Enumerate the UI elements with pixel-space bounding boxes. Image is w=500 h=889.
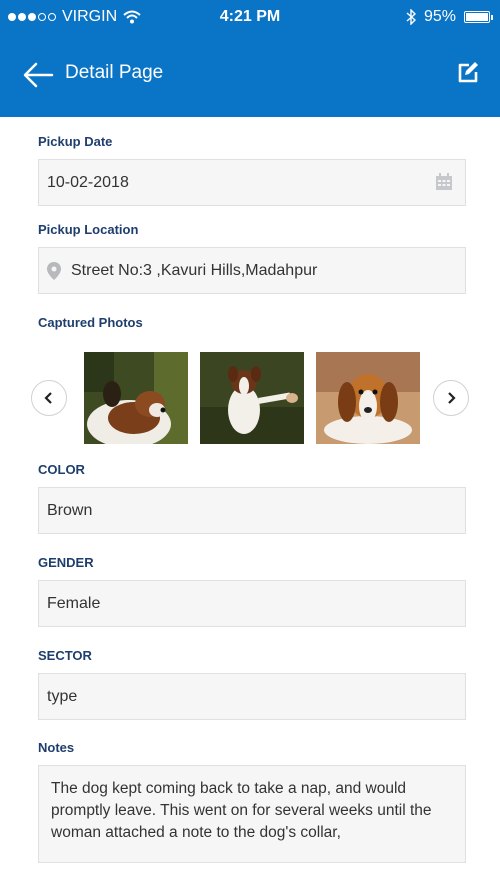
sector-value: type xyxy=(47,687,78,705)
edit-icon xyxy=(458,62,478,83)
st-bernard-dog-image xyxy=(84,352,188,444)
photo-carousel xyxy=(0,352,500,444)
notes-field[interactable]: The dog kept coming back to take a nap, … xyxy=(38,765,466,863)
gender-section: GENDER Female xyxy=(38,555,466,627)
sector-section: SECTOR type xyxy=(38,648,466,720)
border-collie-dog-image xyxy=(200,352,304,444)
color-section: COLOR Brown xyxy=(38,462,466,534)
page-title: Detail Page xyxy=(65,62,164,83)
back-button[interactable] xyxy=(22,60,56,90)
sector-field[interactable]: type xyxy=(38,673,466,720)
edit-button[interactable] xyxy=(456,60,482,86)
pickup-location-value: Street No:3 ,Kavuri Hills,Madahpur xyxy=(71,261,318,279)
pickup-date-value: 10-02-2018 xyxy=(47,173,129,191)
gender-label: GENDER xyxy=(38,555,94,570)
captured-photos-label: Captured Photos xyxy=(38,315,143,330)
color-value: Brown xyxy=(47,501,93,519)
battery-percent: 95% xyxy=(423,8,456,25)
pickup-location-section: Pickup Location Street No:3 ,Kavuri Hill… xyxy=(38,222,466,294)
battery-icon xyxy=(464,11,493,23)
status-right: 95% xyxy=(406,8,493,26)
carousel-prev-button[interactable] xyxy=(31,380,67,416)
bluetooth-icon xyxy=(406,9,416,25)
gender-value: Female xyxy=(47,594,101,612)
arrow-left-icon xyxy=(23,62,54,88)
captured-photos-section: Captured Photos xyxy=(38,315,143,340)
notes-section: Notes The dog kept coming back to take a… xyxy=(38,740,466,863)
pickup-date-field[interactable]: 10-02-2018 xyxy=(38,159,466,206)
chevron-right-icon xyxy=(448,392,456,404)
pickup-date-label: Pickup Date xyxy=(38,134,113,149)
notes-value: The dog kept coming back to take a nap, … xyxy=(51,780,432,841)
pickup-location-field[interactable]: Street No:3 ,Kavuri Hills,Madahpur xyxy=(38,247,466,294)
carousel-next-button[interactable] xyxy=(433,380,469,416)
status-bar: VIRGIN 4:21 PM 95% xyxy=(0,0,500,34)
color-label: COLOR xyxy=(38,462,85,477)
photo-beagle[interactable] xyxy=(316,352,420,444)
photo-st-bernard[interactable] xyxy=(84,352,188,444)
chevron-left-icon xyxy=(44,392,52,404)
gender-field[interactable]: Female xyxy=(38,580,466,627)
beagle-dog-image xyxy=(316,352,420,444)
notes-label: Notes xyxy=(38,740,75,755)
sector-label: SECTOR xyxy=(38,648,92,663)
pickup-date-section: Pickup Date 10-02-2018 xyxy=(38,134,466,206)
location-pin-icon xyxy=(47,261,61,280)
photo-border-collie[interactable] xyxy=(200,352,304,444)
pickup-location-label: Pickup Location xyxy=(38,222,139,237)
app-bar: Detail Page xyxy=(0,34,500,117)
color-field[interactable]: Brown xyxy=(38,487,466,534)
calendar-icon[interactable] xyxy=(435,173,453,191)
